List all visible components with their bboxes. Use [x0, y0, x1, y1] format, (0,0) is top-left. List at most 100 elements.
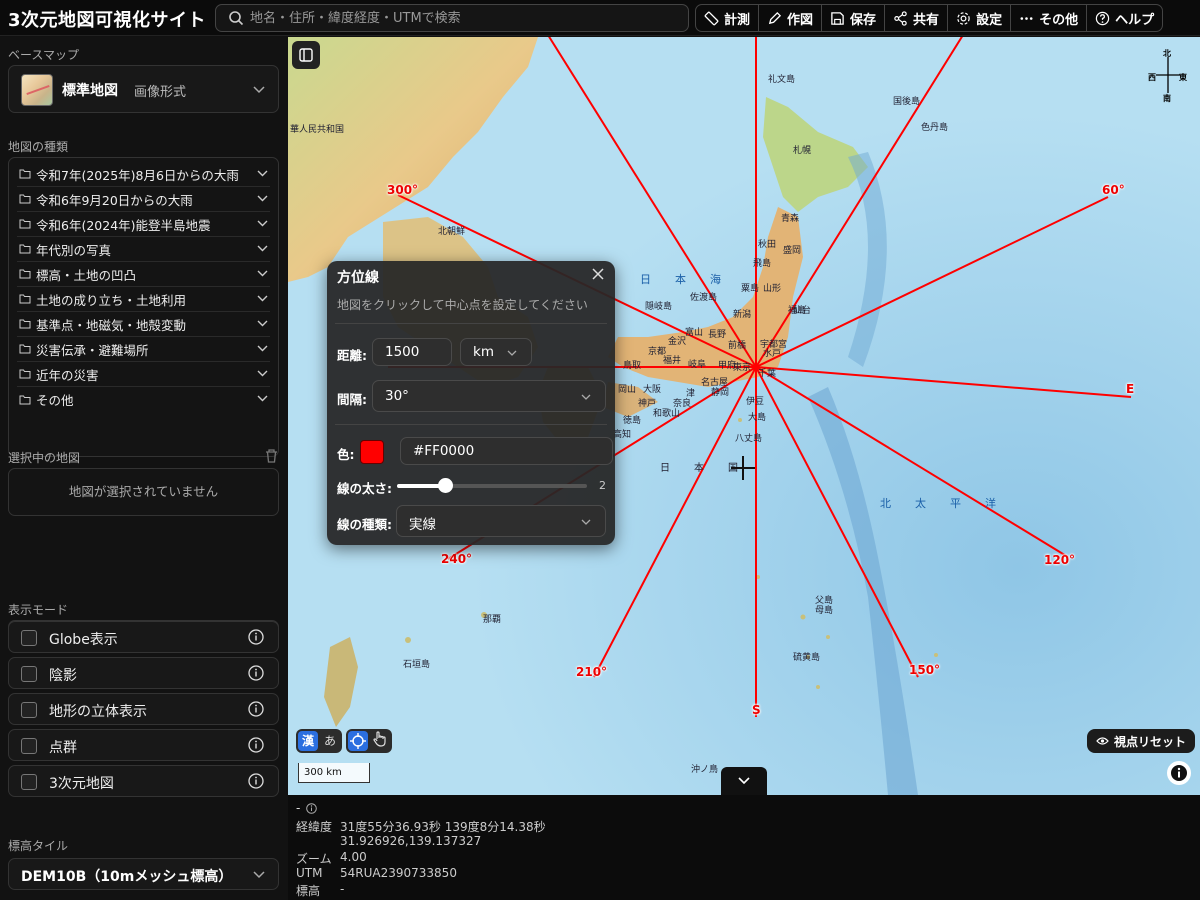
- share-button[interactable]: 共有: [885, 5, 949, 31]
- category-label: 土地の成り立ち・土地利用: [36, 292, 187, 308]
- settings-button[interactable]: 設定: [948, 5, 1012, 31]
- category-item[interactable]: 標高・土地の凹凸: [17, 262, 270, 287]
- toggle-row[interactable]: 陰影: [8, 657, 279, 689]
- draw-label: 作図: [787, 12, 814, 28]
- color-swatch[interactable]: [360, 440, 384, 464]
- folder-icon: [19, 269, 31, 279]
- basemap-selector[interactable]: 標準地図 画像形式: [8, 65, 279, 113]
- color-label: 色:: [337, 447, 355, 462]
- info-icon[interactable]: [248, 701, 264, 717]
- basemap-thumbnail: [21, 74, 53, 106]
- category-item[interactable]: 令和7年(2025年)8月6日からの大雨: [17, 162, 270, 187]
- location-mode-toggle[interactable]: [346, 729, 392, 753]
- checkbox[interactable]: [21, 738, 37, 754]
- bearing-degree-label: 60°: [1102, 183, 1125, 197]
- info-icon[interactable]: [248, 737, 264, 753]
- category-item[interactable]: 災害伝承・避難場所: [17, 337, 270, 362]
- view-reset-button[interactable]: 視点リセット: [1087, 729, 1196, 753]
- info-icon[interactable]: [306, 803, 318, 814]
- category-item[interactable]: 令和6年(2024年)能登半島地震: [17, 212, 270, 237]
- help-button[interactable]: ヘルプ: [1087, 5, 1162, 31]
- compass[interactable]: 北 西 東 南: [1146, 47, 1190, 103]
- help-label: ヘルプ: [1115, 12, 1155, 28]
- dialog-hint: 地図をクリックして中心点を設定してください: [337, 298, 588, 312]
- view-reset-label: 視点リセット: [1114, 734, 1187, 749]
- toggle-row[interactable]: Globe表示: [8, 621, 279, 653]
- toggle-row[interactable]: 地形の立体表示: [8, 693, 279, 725]
- place-label: 那覇: [483, 615, 502, 625]
- locate-button[interactable]: [348, 731, 368, 751]
- category-item[interactable]: 基準点・地磁気・地殻変動: [17, 312, 270, 337]
- distance-input[interactable]: 1500: [372, 338, 452, 366]
- label-language-toggle[interactable]: 漢 あ: [296, 729, 342, 753]
- place-label: 飛島: [753, 259, 772, 269]
- selected-maps-empty: 地図が選択されていません: [8, 468, 279, 516]
- category-item[interactable]: その他: [17, 387, 270, 412]
- info-panel-toggle[interactable]: [721, 767, 767, 795]
- place-label: 福島: [788, 306, 807, 316]
- close-icon[interactable]: [591, 267, 605, 281]
- color-hex-input[interactable]: #FF0000: [400, 437, 613, 465]
- chevron-down-icon: [257, 220, 268, 227]
- basemap-name: 標準地図: [62, 83, 118, 99]
- kana-label-button[interactable]: あ: [320, 731, 340, 751]
- unit-select[interactable]: km: [460, 338, 532, 366]
- latlon-dec-row: 31.926926,139.137327: [296, 834, 481, 848]
- sidebar-toggle-button[interactable]: [292, 41, 320, 69]
- help-icon: [1095, 11, 1110, 25]
- measure-button[interactable]: 計測: [696, 5, 760, 31]
- line-width-slider[interactable]: [397, 484, 587, 488]
- utm-value: 54RUA2390733850: [340, 866, 457, 880]
- save-button[interactable]: 保存: [822, 5, 886, 31]
- place-label: 華人民共和国: [290, 125, 345, 135]
- place-label: 石垣島: [403, 660, 431, 670]
- place-label: 礼文島: [768, 75, 796, 85]
- place-label: 国後島: [893, 97, 921, 107]
- place-label: 山形: [763, 284, 782, 294]
- checkbox[interactable]: [21, 774, 37, 790]
- japan-sea-label: 日本海: [640, 273, 745, 286]
- more-button[interactable]: その他: [1011, 5, 1088, 31]
- compass-east: 東: [1179, 73, 1187, 82]
- toggle-row[interactable]: 点群: [8, 729, 279, 761]
- elevation-value: -: [340, 882, 345, 896]
- bearing-degree-label: E: [1126, 382, 1135, 396]
- toggle-row[interactable]: 3次元地図: [8, 765, 279, 797]
- trash-icon[interactable]: [265, 449, 278, 463]
- place-label: 硫黄島: [793, 653, 821, 663]
- compass-south: 南: [1163, 94, 1171, 103]
- toggle-label: 地形の立体表示: [49, 704, 147, 720]
- info-icon[interactable]: [248, 773, 264, 789]
- info-icon[interactable]: [248, 629, 264, 645]
- folder-icon: [19, 219, 31, 229]
- slider-thumb[interactable]: [437, 478, 453, 493]
- map-info-button[interactable]: [1167, 761, 1191, 785]
- line-type-select[interactable]: 実線: [396, 505, 606, 537]
- search-input[interactable]: [250, 8, 670, 28]
- folder-icon: [19, 319, 31, 329]
- elevation-tile-select[interactable]: DEM10B（10mメッシュ標高）: [8, 858, 279, 890]
- category-label: 近年の災害: [36, 367, 99, 383]
- checkbox[interactable]: [21, 666, 37, 682]
- latlon-decimal: 31.926926,139.137327: [340, 834, 482, 848]
- draw-button[interactable]: 作図: [759, 5, 823, 31]
- search-box[interactable]: [215, 4, 689, 32]
- chevron-down-icon: [581, 394, 591, 400]
- category-label: 年代別の写真: [36, 242, 112, 258]
- checkbox[interactable]: [21, 630, 37, 646]
- bearing-degree-label: 300°: [387, 183, 419, 197]
- category-list: 令和7年(2025年)8月6日からの大雨 令和6年9月20日からの大雨 令和6年(2…: [8, 157, 279, 457]
- info-icon[interactable]: [248, 665, 264, 681]
- hand-pointer-icon[interactable]: [370, 729, 390, 753]
- category-item[interactable]: 土地の成り立ち・土地利用: [17, 287, 270, 312]
- checkbox[interactable]: [21, 702, 37, 718]
- interval-select[interactable]: 30°: [372, 380, 606, 412]
- category-item[interactable]: 年代別の写真: [17, 237, 270, 262]
- chevron-down-icon: [257, 170, 268, 177]
- category-item[interactable]: 令和6年9月20日からの大雨: [17, 187, 270, 212]
- bearing-degree-label: 240°: [441, 552, 473, 566]
- share-label: 共有: [913, 12, 940, 28]
- kanji-label-button[interactable]: 漢: [298, 731, 318, 751]
- category-item[interactable]: 近年の災害: [17, 362, 270, 387]
- category-label: 災害伝承・避難場所: [36, 342, 149, 358]
